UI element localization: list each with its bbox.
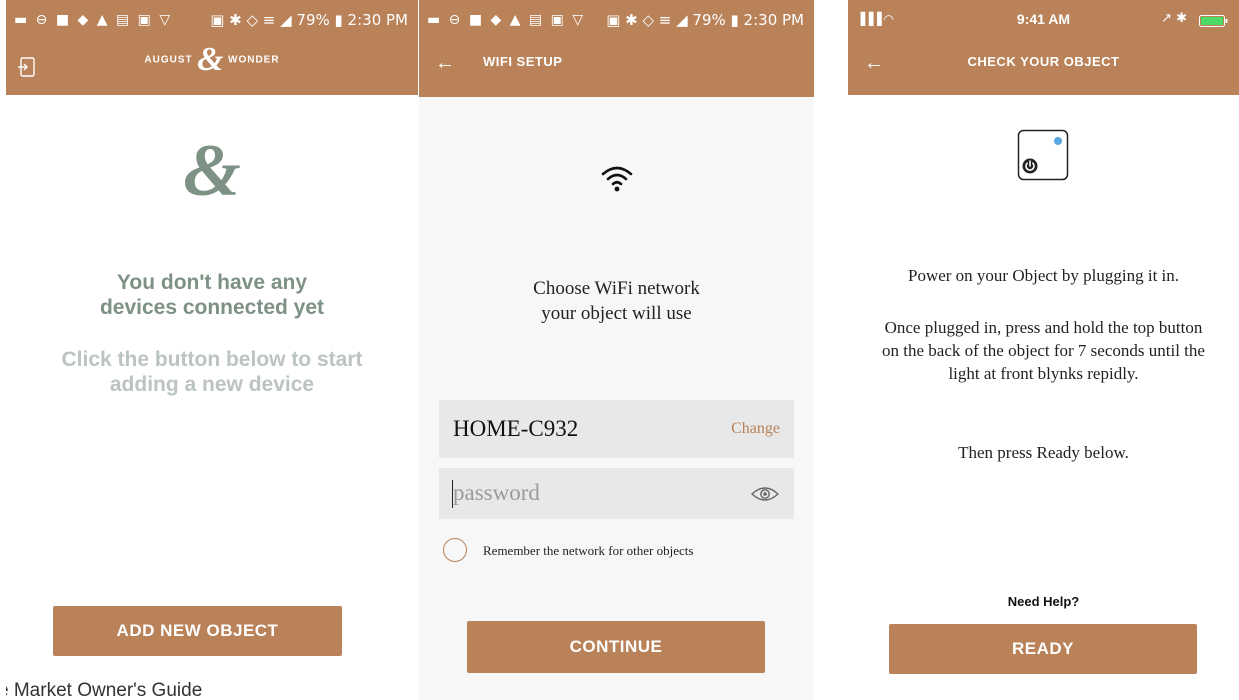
- network-field[interactable]: HOME-C932 Change: [439, 400, 794, 458]
- brand-logo: AUGUST & WONDER: [6, 41, 418, 78]
- top-bar: ▬ ⊖ ■ ◆ ▲ ▤ ▣ ▽ ▣ ✱ ◇ ≡ ◢ 79% ▮ 2:30 PM …: [6, 0, 418, 95]
- wifi-icon: [601, 165, 633, 193]
- empty-state-heading: You don't have any devices connected yet: [99, 271, 325, 319]
- wifi-prompt-line2: your object will use: [541, 303, 692, 324]
- password-field[interactable]: password: [439, 468, 794, 519]
- instruction-press-ready: Then press Ready below.: [958, 443, 1129, 462]
- wifi-prompt: Choose WiFi network your object will use: [419, 276, 814, 326]
- top-bar: ▐▐▐ ◠ 9:41 AM ↗ ✱ ← CHECK YOUR OBJECT: [848, 0, 1239, 95]
- instruction-press-hold: Once plugged in, press and hold the top …: [882, 318, 1205, 383]
- empty-state-subheading: Click the button below to start adding a…: [61, 348, 363, 396]
- status-icons-left: ▬ ⊖ ■ ◆ ▲ ▤ ▣ ▽: [427, 12, 586, 28]
- status-bar: ▬ ⊖ ■ ◆ ▲ ▤ ▣ ▽ ▣ ✱ ◇ ≡ ◢ 79% ▮ 2:30 PM: [6, 0, 418, 38]
- logo-right-word: WONDER: [228, 54, 280, 66]
- status-icons-left: ▬ ⊖ ■ ◆ ▲ ▤ ▣ ▽: [14, 12, 173, 28]
- instruction-power-on: Power on your Object by plugging it in.: [907, 266, 1180, 285]
- change-network-link[interactable]: Change: [731, 420, 780, 438]
- network-name: HOME-C932: [453, 416, 579, 441]
- brand-emblem: &: [183, 130, 241, 212]
- device-power-icon: [1017, 129, 1069, 181]
- remember-network-option[interactable]: Remember the network for other objects: [443, 538, 803, 566]
- page-title: CHECK YOUR OBJECT: [967, 54, 1120, 69]
- continue-button[interactable]: CONTINUE: [467, 621, 765, 673]
- add-new-object-button[interactable]: ADD NEW OBJECT: [53, 606, 342, 656]
- status-icons-right: ▣ ✱ ◇ ≡ ◢ 79% ▮ 2:30 PM: [606, 11, 804, 29]
- page-title: WIFI SETUP: [483, 54, 563, 69]
- wifi-prompt-line1: Choose WiFi network: [533, 278, 700, 299]
- battery-icon: [1199, 13, 1229, 27]
- remember-label: Remember the network for other objects: [483, 543, 694, 558]
- status-icons-right: ▣ ✱ ◇ ≡ ◢ 79% ▮ 2:30 PM: [210, 11, 408, 29]
- logo-ampersand: &: [197, 41, 224, 78]
- show-password-eye-icon[interactable]: [750, 484, 780, 504]
- remember-radio[interactable]: [443, 538, 467, 562]
- need-help-link[interactable]: Need Help?: [848, 594, 1239, 609]
- password-input[interactable]: password: [453, 480, 540, 506]
- status-icons-right: ↗ ✱: [1161, 11, 1187, 26]
- screen-check-object: ▐▐▐ ◠ 9:41 AM ↗ ✱ ← CHECK YOUR OBJECT Po…: [848, 0, 1239, 700]
- logo-left-word: AUGUST: [144, 54, 193, 66]
- ready-button[interactable]: READY: [889, 624, 1197, 674]
- screen-devices-empty: ▬ ⊖ ■ ◆ ▲ ▤ ▣ ▽ ▣ ✱ ◇ ≡ ◢ 79% ▮ 2:30 PM …: [6, 0, 418, 700]
- footer-caption: e Market Owner's Guide: [6, 680, 203, 700]
- screen-wifi-setup: ▬ ⊖ ■ ◆ ▲ ▤ ▣ ▽ ▣ ✱ ◇ ≡ ◢ 79% ▮ 2:30 PM …: [419, 0, 814, 700]
- status-bar: ▬ ⊖ ■ ◆ ▲ ▤ ▣ ▽ ▣ ✱ ◇ ≡ ◢ 79% ▮ 2:30 PM: [419, 0, 814, 38]
- top-bar: ▬ ⊖ ■ ◆ ▲ ▤ ▣ ▽ ▣ ✱ ◇ ≡ ◢ 79% ▮ 2:30 PM …: [419, 0, 814, 97]
- status-bar: ▐▐▐ ◠ 9:41 AM ↗ ✱: [848, 0, 1239, 38]
- back-arrow-icon[interactable]: ←: [435, 52, 455, 75]
